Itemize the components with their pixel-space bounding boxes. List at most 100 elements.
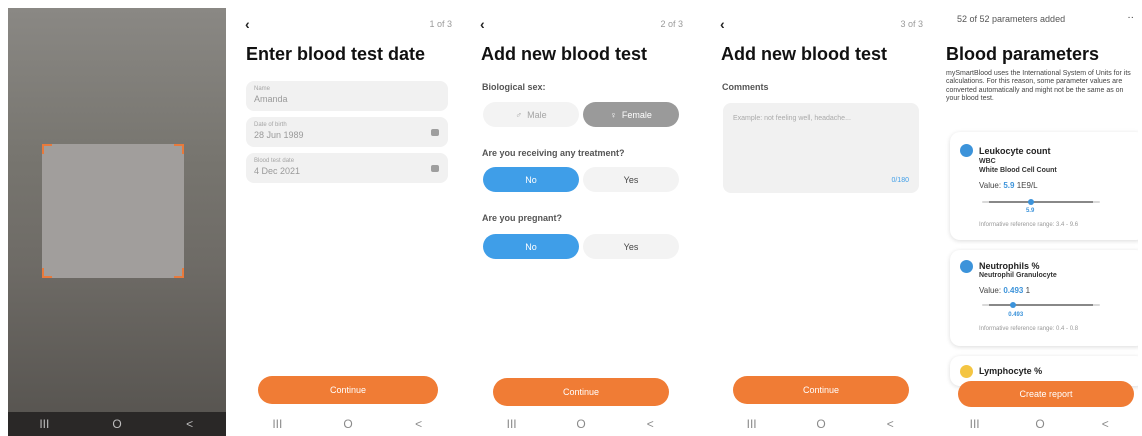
continue-button[interactable]: Continue: [258, 376, 438, 404]
parameter-card-neutrophils[interactable]: Neutrophils % Neutrophil Granulocyte Val…: [950, 250, 1138, 346]
create-report-button[interactable]: Create report: [958, 381, 1134, 407]
value-marker: [1027, 199, 1034, 205]
home-button[interactable]: O: [806, 417, 836, 431]
step-indicator: 3 of 3: [900, 19, 923, 29]
viewfinder-corner-bl: [42, 268, 52, 278]
comments-label: Comments: [722, 82, 769, 92]
recents-button[interactable]: III: [262, 417, 292, 431]
page-title: Add new blood test: [721, 44, 887, 64]
parameter-abbreviation: WBC: [979, 158, 996, 165]
add-blood-test-screen-step-2: ‹ 2 of 3 Add new blood test Biological s…: [477, 8, 685, 436]
continue-button[interactable]: Continue: [733, 376, 909, 404]
viewfinder-corner-tr: [174, 144, 184, 154]
blood-parameters-screen: 52 of 52 parameters added ·· Blood param…: [942, 0, 1138, 436]
parameter-card-leukocyte[interactable]: Leukocyte count WBC White Blood Cell Cou…: [950, 132, 1138, 240]
back-nav-button[interactable]: <: [635, 417, 665, 431]
blood-test-date-label: Blood test date: [254, 158, 295, 164]
continue-button[interactable]: Continue: [493, 378, 669, 406]
home-button[interactable]: O: [1025, 417, 1055, 431]
back-arrow-icon[interactable]: ‹: [480, 16, 494, 32]
back-nav-button[interactable]: <: [404, 417, 434, 431]
page-title: Enter blood test date: [246, 44, 426, 64]
parameter-unit: 1E9/L: [1016, 181, 1038, 190]
male-icon: ♂: [515, 109, 523, 120]
parameter-icon: [960, 365, 973, 378]
name-field[interactable]: Name Amanda: [246, 81, 448, 111]
viewfinder-corner-br: [174, 268, 184, 278]
parameter-value-line: Value: 5.9 1E9/L: [979, 181, 1038, 190]
biological-sex-label: Biological sex:: [482, 82, 546, 92]
reference-range: Informative reference range: 0.4 - 0.8: [979, 326, 1079, 332]
parameter-full-name: Neutrophil Granulocyte: [979, 272, 1057, 279]
recents-button[interactable]: III: [497, 417, 527, 431]
page-title: Blood parameters: [946, 44, 1100, 64]
reference-range: Informative reference range: 3.4 - 9.6: [979, 222, 1079, 228]
back-arrow-icon[interactable]: ‹: [245, 16, 259, 32]
system-nav-bar: III O <: [717, 412, 925, 436]
recents-button[interactable]: III: [737, 417, 767, 431]
step-indicator: 2 of 3: [660, 19, 683, 29]
top-bar: ‹ 3 of 3: [717, 16, 925, 32]
blood-test-date-value: 4 Dec 2021: [254, 166, 301, 176]
home-button[interactable]: O: [566, 417, 596, 431]
top-bar: ‹ 2 of 3: [477, 16, 685, 32]
marker-value-label: 0.493: [1008, 312, 1024, 318]
parameter-icon: [960, 260, 973, 273]
blood-test-date-field[interactable]: Blood test date 4 Dec 2021: [246, 153, 448, 183]
female-label: Female: [621, 109, 652, 120]
add-blood-test-screen-step-3: ‹ 3 of 3 Add new blood test Comments Exa…: [717, 8, 925, 436]
treatment-question: Are you receiving any treatment?: [482, 148, 625, 158]
value-marker: [1010, 302, 1017, 308]
home-button[interactable]: O: [102, 417, 132, 431]
calendar-icon[interactable]: [431, 129, 439, 136]
step-indicator: 1 of 3: [429, 19, 452, 29]
parameter-name: Lymphocyte %: [979, 366, 1043, 376]
comments-placeholder: Example: not feeling well, headache...: [733, 115, 851, 122]
top-bar: ‹ 1 of 3: [242, 16, 454, 32]
camera-viewfinder: [42, 144, 184, 278]
system-nav-bar: III O <: [8, 412, 226, 436]
parameter-name: Leukocyte count: [979, 146, 1051, 156]
name-value: Amanda: [254, 94, 288, 104]
comments-textarea[interactable]: Example: not feeling well, headache... 0…: [723, 103, 919, 193]
parameter-value: 0.493: [1003, 286, 1024, 295]
recents-button[interactable]: III: [29, 417, 59, 431]
value-prefix: Value:: [979, 181, 1002, 190]
date-of-birth-field[interactable]: Date of birth 28 Jun 1989: [246, 117, 448, 147]
treatment-no-button[interactable]: No: [483, 167, 579, 192]
date-of-birth-label: Date of birth: [254, 122, 287, 128]
camera-scan-screen: III O <: [8, 8, 226, 436]
home-button[interactable]: O: [333, 417, 363, 431]
app-screens-strip: III O < ‹ 1 of 3 Enter blood test date N…: [0, 0, 1142, 436]
pregnant-no-button[interactable]: No: [483, 234, 579, 259]
parameters-added-counter: 52 of 52 parameters added: [957, 14, 1066, 24]
parameter-full-name: White Blood Cell Count: [979, 167, 1057, 174]
male-label: Male: [527, 109, 547, 120]
more-options-icon[interactable]: ··: [1127, 12, 1134, 23]
back-nav-button[interactable]: <: [875, 417, 905, 431]
treatment-yes-button[interactable]: Yes: [583, 167, 679, 192]
page-title: Add new blood test: [481, 44, 647, 64]
back-nav-button[interactable]: <: [1090, 417, 1120, 431]
marker-value-label: 5.9: [1025, 208, 1035, 214]
value-prefix: Value:: [979, 286, 1002, 295]
female-option-button[interactable]: ♀ Female: [583, 102, 679, 127]
name-label: Name: [254, 86, 271, 92]
male-option-button[interactable]: ♂ Male: [483, 102, 579, 127]
recents-button[interactable]: III: [960, 417, 990, 431]
parameter-value: 5.9: [1003, 181, 1015, 190]
back-arrow-icon[interactable]: ‹: [720, 16, 734, 32]
parameter-name: Neutrophils %: [979, 261, 1040, 271]
blood-test-date-screen: ‹ 1 of 3 Enter blood test date Name Aman…: [242, 8, 454, 436]
parameter-value-line: Value: 0.493 1: [979, 286, 1030, 295]
pregnant-yes-button[interactable]: Yes: [583, 234, 679, 259]
system-nav-bar: III O <: [942, 412, 1138, 436]
calendar-icon[interactable]: [431, 165, 439, 172]
system-nav-bar: III O <: [242, 412, 454, 436]
character-counter: 0/180: [891, 177, 909, 184]
system-nav-bar: III O <: [477, 412, 685, 436]
back-nav-button[interactable]: <: [175, 417, 205, 431]
intro-text: mySmartBlood uses the International Syst…: [946, 70, 1131, 102]
date-of-birth-value: 28 Jun 1989: [254, 130, 304, 140]
parameter-unit: 1: [1025, 286, 1031, 295]
